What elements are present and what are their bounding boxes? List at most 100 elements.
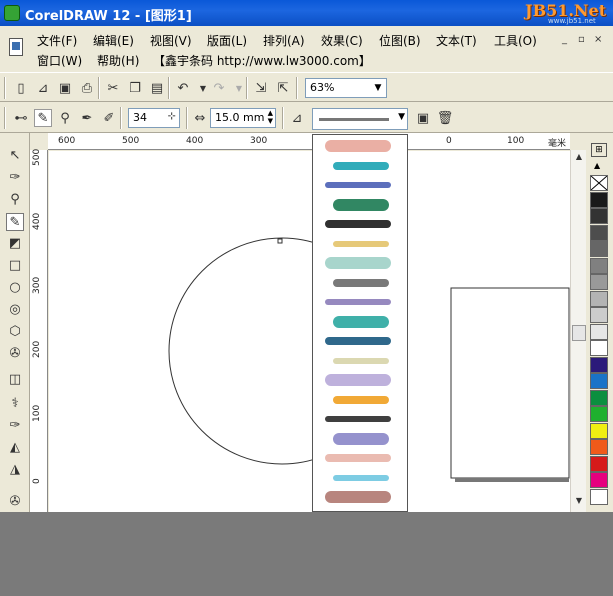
color-swatch[interactable] bbox=[590, 356, 608, 373]
redo-icon[interactable]: ↷ bbox=[210, 79, 228, 97]
color-swatch[interactable] bbox=[590, 406, 608, 422]
interactive-fill-tool-icon[interactable]: ◮ bbox=[6, 461, 24, 479]
delete-icon[interactable]: 🗑 bbox=[436, 109, 454, 127]
brush-stroke-item[interactable] bbox=[319, 393, 403, 407]
no-color-swatch[interactable] bbox=[590, 175, 608, 191]
color-swatch[interactable] bbox=[590, 455, 608, 472]
cut-icon[interactable]: ✂ bbox=[104, 79, 122, 97]
brush-stroke-item[interactable] bbox=[319, 198, 403, 212]
brush-stroke-item[interactable] bbox=[319, 315, 403, 329]
spinner-icon[interactable]: ▲ ▼ bbox=[268, 109, 273, 125]
doc-minimize-button[interactable]: _ bbox=[562, 34, 567, 45]
menu-text[interactable]: 文本(T) bbox=[436, 32, 477, 49]
color-swatch[interactable] bbox=[590, 340, 608, 356]
doc-close-button[interactable]: × bbox=[594, 34, 602, 45]
color-swatch[interactable] bbox=[590, 488, 608, 505]
spiral-tool-icon[interactable]: ◎ bbox=[6, 301, 24, 319]
color-swatch[interactable] bbox=[590, 208, 608, 224]
palette-menu-icon[interactable]: ⊞ bbox=[591, 143, 607, 157]
freehand-smoothing-field[interactable]: 34 ⊹ bbox=[128, 108, 180, 128]
brush-stroke-select[interactable]: ▼ bbox=[312, 108, 408, 130]
node-handle[interactable] bbox=[277, 238, 283, 244]
print-icon[interactable]: ⎙ bbox=[78, 79, 96, 97]
undo-icon[interactable]: ↶ bbox=[174, 79, 192, 97]
palette-scroll-up-icon[interactable]: ▲ bbox=[594, 161, 600, 170]
ellipse-tool-icon[interactable]: ○ bbox=[6, 279, 24, 297]
artistic-media-tool-icon[interactable]: ✎ bbox=[6, 213, 24, 231]
preset-mode-icon[interactable]: ⊷ bbox=[12, 109, 30, 127]
paste-icon[interactable]: ▤ bbox=[148, 79, 166, 97]
brush-stroke-item[interactable] bbox=[319, 354, 403, 368]
brush-stroke-item[interactable] bbox=[319, 334, 403, 348]
new-icon[interactable]: ▯ bbox=[12, 79, 30, 97]
brush-mode-icon[interactable]: ✎ bbox=[34, 109, 52, 127]
color-swatch[interactable] bbox=[590, 439, 608, 455]
brush-stroke-item[interactable] bbox=[319, 237, 403, 251]
menu-edit[interactable]: 编辑(E) bbox=[93, 32, 134, 49]
brush-stroke-item[interactable] bbox=[319, 217, 403, 231]
chevron-down-icon[interactable]: ▼ bbox=[370, 79, 386, 97]
brush-stroke-item[interactable] bbox=[319, 432, 403, 446]
fill-tool-icon[interactable]: ◭ bbox=[6, 439, 24, 457]
interactive-tool-icon[interactable]: ◫ bbox=[6, 371, 24, 389]
pick-tool-icon[interactable]: ↖ bbox=[6, 147, 24, 165]
calligraphic-mode-icon[interactable]: ✒ bbox=[78, 109, 96, 127]
brush-stroke-item[interactable] bbox=[319, 373, 403, 387]
color-swatch[interactable] bbox=[590, 241, 608, 257]
menu-help[interactable]: 帮助(H) bbox=[97, 52, 139, 69]
color-swatch[interactable] bbox=[590, 389, 608, 406]
brush-stroke-item[interactable] bbox=[319, 295, 403, 309]
zoom-tool-icon[interactable]: ⚲ bbox=[6, 191, 24, 209]
flyout-tool-icon[interactable]: ✇ bbox=[6, 493, 24, 511]
color-swatch[interactable] bbox=[590, 290, 608, 307]
menu-effects[interactable]: 效果(C) bbox=[321, 32, 363, 49]
vertical-scrollbar[interactable]: ▲ ▼ bbox=[570, 150, 586, 512]
smart-fill-tool-icon[interactable]: ◩ bbox=[6, 235, 24, 253]
brush-stroke-item[interactable] bbox=[319, 178, 403, 192]
zoom-select[interactable]: 63% ▼ bbox=[305, 78, 387, 98]
open-icon[interactable]: ⊿ bbox=[34, 79, 52, 97]
basic-shapes-tool-icon[interactable]: ⬡ bbox=[6, 323, 24, 341]
drawing-canvas[interactable] bbox=[49, 151, 570, 512]
shape-tool-icon[interactable]: ✑ bbox=[6, 169, 24, 187]
pressure-mode-icon[interactable]: ✐ bbox=[100, 109, 118, 127]
menu-window[interactable]: 窗口(W) bbox=[37, 52, 82, 69]
text-tool-icon[interactable]: ✇ bbox=[6, 345, 24, 363]
chevron-down-icon[interactable]: ▼ bbox=[398, 112, 405, 122]
color-swatch[interactable] bbox=[590, 307, 608, 323]
brush-stroke-icon[interactable]: ⊿ bbox=[288, 109, 306, 127]
brush-stroke-item[interactable] bbox=[319, 276, 403, 290]
menu-tools[interactable]: 工具(O) bbox=[494, 32, 537, 49]
brush-stroke-item[interactable] bbox=[319, 471, 403, 485]
menu-ad-link[interactable]: 【鑫宇条码 http://www.lw3000.com】 bbox=[153, 52, 371, 69]
color-swatch[interactable] bbox=[590, 323, 608, 340]
menu-bitmaps[interactable]: 位图(B) bbox=[379, 32, 421, 49]
color-swatch[interactable] bbox=[590, 373, 608, 389]
color-swatch[interactable] bbox=[590, 274, 608, 290]
color-swatch[interactable] bbox=[590, 422, 608, 439]
scroll-down-icon[interactable]: ▼ bbox=[572, 496, 586, 510]
save-icon[interactable]: ▣ bbox=[56, 79, 74, 97]
export-icon[interactable]: ⇱ bbox=[274, 79, 292, 97]
title-bar[interactable]: CorelDRAW 12 - [图形1] JB51.Net www.jb51.n… bbox=[0, 0, 613, 26]
import-icon[interactable]: ⇲ bbox=[252, 79, 270, 97]
eyedropper-tool-icon[interactable]: ⚕ bbox=[6, 395, 24, 413]
copy-icon[interactable]: ❐ bbox=[126, 79, 144, 97]
brush-stroke-item[interactable] bbox=[319, 256, 403, 270]
save-stroke-icon[interactable]: ▣ bbox=[414, 109, 432, 127]
menu-arrange[interactable]: 排列(A) bbox=[263, 32, 305, 49]
color-swatch[interactable] bbox=[590, 257, 608, 274]
color-swatch[interactable] bbox=[590, 191, 608, 208]
menu-view[interactable]: 视图(V) bbox=[150, 32, 192, 49]
brush-stroke-item[interactable] bbox=[319, 159, 403, 173]
scroll-thumb[interactable] bbox=[572, 325, 586, 341]
brush-stroke-item[interactable] bbox=[319, 139, 403, 153]
color-swatch[interactable] bbox=[590, 472, 608, 488]
brush-stroke-item[interactable] bbox=[319, 451, 403, 465]
menu-file[interactable]: 文件(F) bbox=[37, 32, 77, 49]
color-swatch[interactable] bbox=[590, 224, 608, 241]
outline-tool-icon[interactable]: ✑ bbox=[6, 417, 24, 435]
stroke-width-field[interactable]: 15.0 mm ▲ ▼ bbox=[210, 108, 276, 128]
document-icon[interactable] bbox=[9, 38, 23, 56]
rectangle-tool-icon[interactable]: □ bbox=[6, 257, 24, 275]
